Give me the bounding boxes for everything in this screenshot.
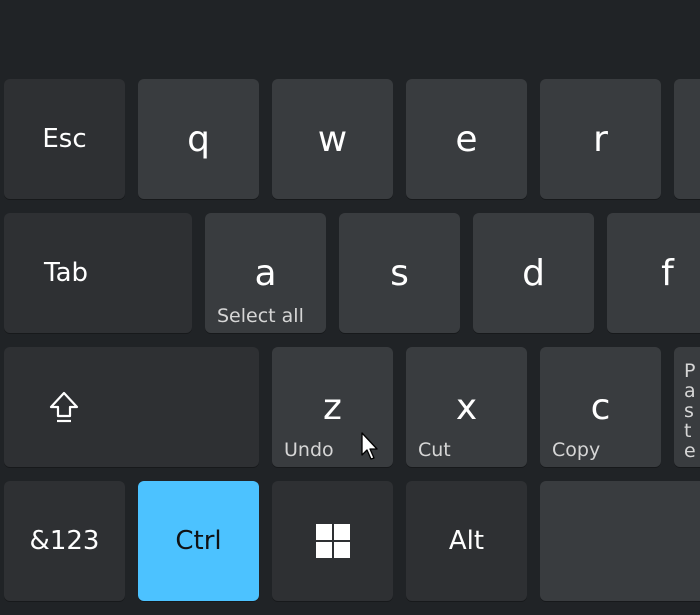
windows-logo-icon (272, 481, 393, 601)
shift-key[interactable] (4, 347, 259, 467)
key-label: f (661, 252, 674, 294)
key-label: d (522, 252, 545, 294)
key-shortcut-label: Cut (418, 439, 451, 461)
windows-key[interactable] (272, 481, 393, 601)
key-label: Alt (448, 526, 485, 556)
key-label (540, 481, 700, 601)
v-key[interactable]: Paste (674, 347, 700, 467)
w-key[interactable]: w (272, 79, 393, 199)
key-label: &123 (29, 526, 100, 556)
key-shortcut-label: Copy (552, 439, 601, 461)
key-label: q (187, 118, 210, 160)
key-label: Esc (42, 124, 87, 154)
key-label: Ctrl (175, 526, 222, 556)
q-key[interactable]: q (138, 79, 259, 199)
x-key[interactable]: x Cut (406, 347, 527, 467)
c-key[interactable]: c Copy (540, 347, 661, 467)
key-label: s (390, 252, 409, 294)
d-key[interactable]: d (473, 213, 594, 333)
key-label: r (593, 118, 608, 160)
esc-key[interactable]: Esc (4, 79, 125, 199)
symbols-key[interactable]: &123 (4, 481, 125, 601)
mouse-cursor-icon (361, 432, 381, 466)
e-key[interactable]: e (406, 79, 527, 199)
key-shortcut-label: Paste (684, 360, 696, 462)
s-key[interactable]: s (339, 213, 460, 333)
key-label: w (317, 118, 348, 160)
key-shortcut-label: Undo (284, 439, 334, 461)
shift-icon (4, 347, 259, 467)
alt-key[interactable]: Alt (406, 481, 527, 601)
key-label: Tab (44, 258, 89, 288)
f-key[interactable]: f (607, 213, 700, 333)
key-shortcut-label: Select all (217, 305, 304, 327)
t-key[interactable] (674, 79, 700, 199)
ctrl-key[interactable]: Ctrl (138, 481, 259, 601)
tab-key[interactable]: Tab (4, 213, 192, 333)
space-key[interactable] (540, 481, 700, 601)
r-key[interactable]: r (540, 79, 661, 199)
key-label: e (455, 118, 478, 160)
a-key[interactable]: a Select all (205, 213, 326, 333)
